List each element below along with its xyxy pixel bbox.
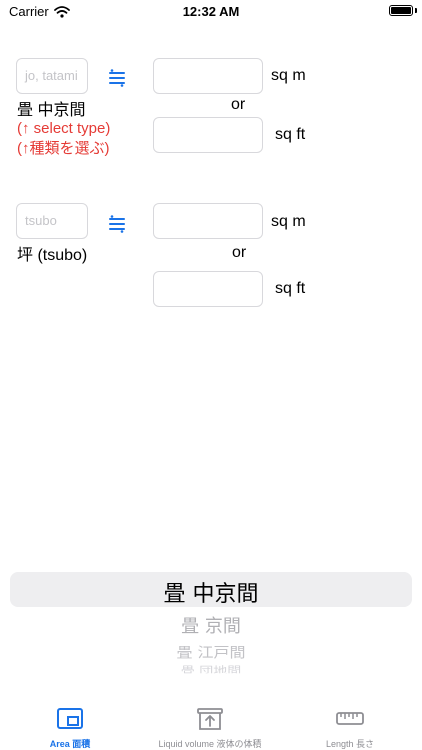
picker-selected-option[interactable]: 畳 中京間 [10, 576, 412, 608]
approx-equal-icon [109, 215, 125, 233]
jo-sqm-unit: sq m [271, 67, 306, 84]
picker-option[interactable]: 畳 団地間 [10, 663, 412, 673]
status-bar: Carrier 12:32 AM [0, 0, 422, 24]
tsubo-input[interactable]: tsubo [16, 203, 88, 239]
container-icon [197, 708, 223, 730]
battery-level [391, 7, 411, 14]
jo-or-label: or [231, 96, 246, 113]
jo-hint-english: (↑ select type) [17, 120, 111, 137]
tab-liquid-volume-label: Liquid volume 液体の体積 [158, 739, 262, 749]
tab-area-label: Area 面積 [49, 739, 91, 749]
tatami-type-picker[interactable]: 畳 中京間 畳 京間 畳 江戸間 畳 団地間 [10, 572, 412, 682]
picker-option[interactable]: 畳 江戸間 [10, 640, 412, 662]
ruler-icon [336, 712, 364, 725]
tab-length-label: Length 長さ [325, 739, 375, 749]
jo-sqft-field[interactable] [153, 117, 263, 153]
tab-liquid-volume[interactable]: Liquid volume 液体の体積 [140, 697, 280, 750]
clock: 12:32 AM [182, 4, 240, 19]
picker-option[interactable]: 畳 京間 [10, 612, 412, 638]
battery-icon [389, 5, 413, 16]
jo-hint-japanese: (↑種類を選ぶ) [17, 140, 110, 157]
tsubo-sqm-field[interactable] [153, 203, 263, 239]
jo-sqm-field[interactable] [153, 58, 263, 94]
tsubo-sqft-unit: sq ft [275, 280, 306, 297]
tsubo-or-label: or [232, 244, 247, 261]
tab-bar: Area 面積 Liquid volume 液体の体積 Length 長さ [0, 697, 422, 750]
tab-length[interactable]: Length 長さ [300, 697, 400, 750]
tab-area[interactable]: Area 面積 [20, 697, 120, 750]
area-icon [57, 708, 83, 729]
battery-cap [415, 8, 417, 13]
jo-sqft-unit: sq ft [275, 126, 306, 143]
jo-input[interactable]: jo, tatami [16, 58, 88, 94]
jo-type-label: 畳 中京間 [17, 102, 86, 119]
approx-equal-icon [109, 69, 125, 87]
tsubo-label: 坪 (tsubo) [17, 247, 88, 264]
tsubo-sqm-unit: sq m [271, 213, 306, 230]
tsubo-sqft-field[interactable] [153, 271, 263, 307]
